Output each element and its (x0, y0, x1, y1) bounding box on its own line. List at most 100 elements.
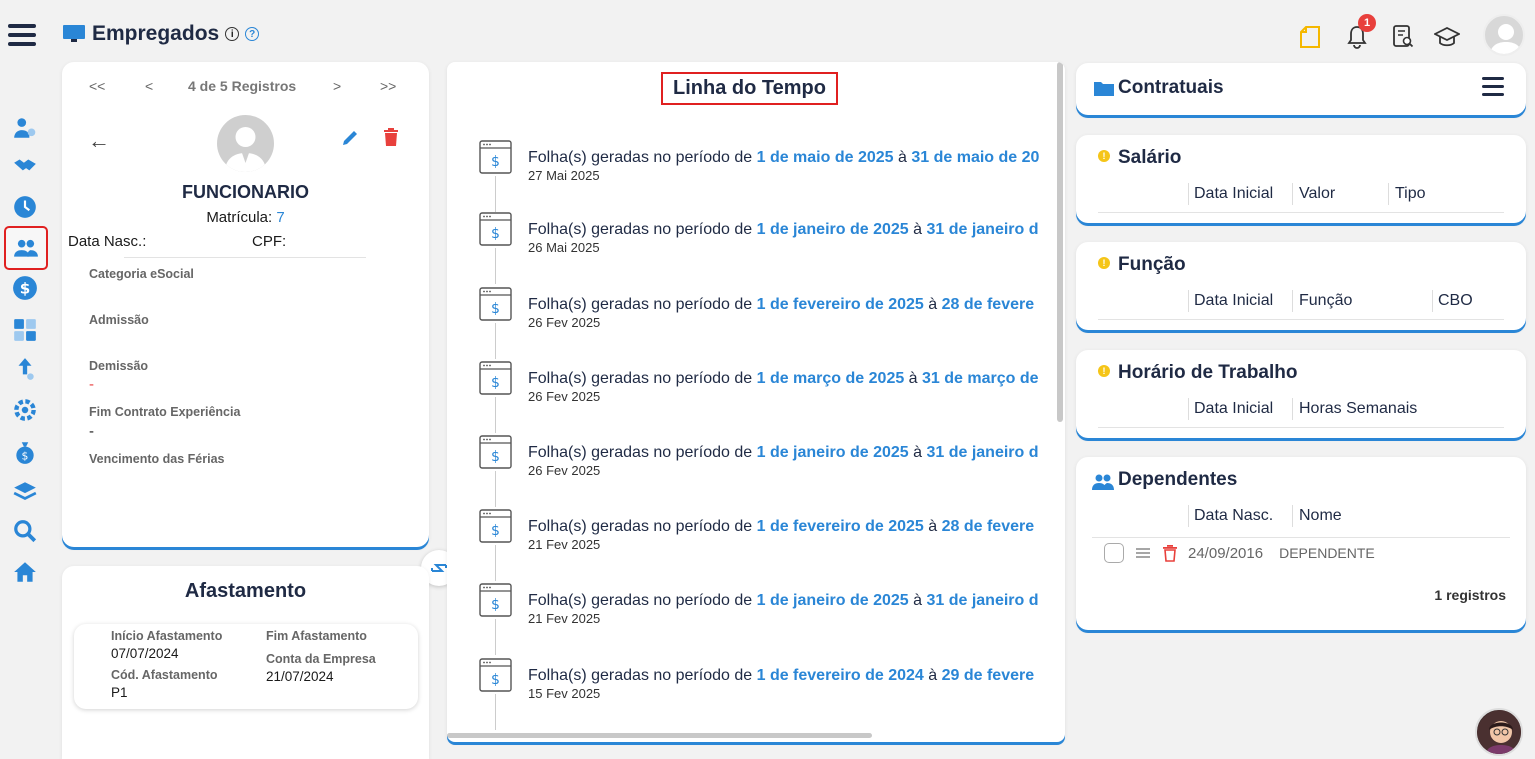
dependente-name: DEPENDENTE (1279, 545, 1375, 561)
back-arrow-icon[interactable]: ← (88, 128, 110, 154)
afastamento-card: Afastamento Início Afastamento 07/07/202… (62, 566, 429, 759)
timeline-date: 15 Fev 2025 (528, 686, 601, 701)
timeline-to[interactable]: 31 de janeiro d (926, 444, 1038, 461)
timeline-to[interactable]: 31 de março de (922, 370, 1039, 387)
col-separator (1388, 183, 1389, 205)
pager-prev-button[interactable]: < (145, 78, 153, 94)
timeline-item[interactable]: $ Folha(s) geradas no período de 1 de fev… (479, 658, 1065, 708)
timeline-panel: Linha do Tempo $ Folha(s) geradas no perí… (447, 62, 1065, 742)
timeline-prefix: Folha(s) geradas no período de (528, 370, 757, 387)
timeline-from[interactable]: 1 de janeiro de 2025 (757, 444, 909, 461)
timeline-mid: à (893, 149, 912, 166)
pager-count: 4 de 5 Registros (188, 78, 297, 94)
timeline-from[interactable]: 1 de fevereiro de 2024 (757, 667, 924, 684)
user-settings-icon[interactable] (10, 113, 40, 143)
menu-icon[interactable] (8, 24, 36, 51)
fim-contrato-label: Fim Contrato Experiência (89, 405, 241, 419)
drag-handle-icon[interactable] (1134, 546, 1152, 560)
fim-contrato-value: - (89, 423, 94, 440)
dependentes-title: Dependentes (1118, 469, 1238, 490)
home-icon[interactable] (10, 557, 40, 587)
svg-text:$: $ (491, 523, 500, 539)
document-search-icon[interactable] (1390, 24, 1416, 50)
timeline-connector (495, 694, 496, 730)
horario-card: ! Horário de Trabalho Data Inicial Horas… (1076, 350, 1526, 438)
payslip-icon: $ (479, 658, 512, 692)
timeline-item[interactable]: $ Folha(s) geradas no período de 1 de fev… (479, 509, 1065, 559)
timeline-to[interactable]: 29 de fevere (942, 667, 1035, 684)
notes-icon[interactable] (1297, 24, 1323, 50)
calculator-icon[interactable] (10, 315, 40, 345)
timeline-connector (495, 323, 496, 359)
timeline-to[interactable]: 31 de janeiro d (926, 221, 1038, 238)
row-checkbox[interactable] (1104, 543, 1124, 563)
timeline-to[interactable]: 31 de janeiro d (926, 592, 1038, 609)
info-icon[interactable]: i (225, 27, 240, 41)
handshake-icon[interactable] (10, 151, 40, 181)
timeline-to[interactable]: 28 de fevere (942, 296, 1035, 313)
timeline-prefix: Folha(s) geradas no período de (528, 667, 757, 684)
graduation-cap-icon[interactable] (1434, 24, 1460, 50)
payslip-icon: $ (479, 287, 512, 321)
col-separator (1188, 505, 1189, 527)
dollar-icon[interactable]: $ (10, 273, 40, 303)
svg-text:$: $ (491, 301, 500, 317)
help-icon[interactable]: ? (245, 27, 260, 41)
timeline-prefix: Folha(s) geradas no período de (528, 444, 757, 461)
timeline-item[interactable]: $ Folha(s) geradas no período de 1 de jan… (479, 212, 1065, 262)
delete-row-icon[interactable] (1162, 544, 1178, 562)
table-row[interactable]: 24/09/2016 DEPENDENTE (1104, 543, 1375, 563)
pager-next-button[interactable]: > (333, 78, 341, 94)
svg-text:$: $ (22, 450, 29, 463)
timeline-item[interactable]: $ Folha(s) geradas no período de 1 de mar… (479, 361, 1065, 411)
conta-empresa-value: 21/07/2024 (266, 669, 334, 684)
afastamento-record[interactable]: Início Afastamento 07/07/2024 Fim Afasta… (74, 624, 418, 709)
upload-icon[interactable] (10, 354, 40, 384)
timeline-to[interactable]: 31 de maio de 20 (911, 149, 1039, 166)
timeline-item-text: Folha(s) geradas no período de 1 de jane… (528, 221, 1039, 239)
timeline-from[interactable]: 1 de janeiro de 2025 (757, 592, 909, 609)
timeline-from[interactable]: 1 de maio de 2025 (757, 149, 894, 166)
timeline-item-text: Folha(s) geradas no período de 1 de feve… (528, 518, 1034, 536)
page-title: Empregados (92, 22, 220, 45)
people-icon (1092, 474, 1114, 490)
pager-first-button[interactable]: << (89, 78, 105, 94)
edit-pencil-icon[interactable] (340, 128, 360, 148)
clock-icon[interactable] (10, 192, 40, 222)
timeline-item-text: Folha(s) geradas no período de 1 de feve… (528, 296, 1034, 314)
layers-icon[interactable] (10, 477, 40, 507)
timeline-prefix: Folha(s) geradas no período de (528, 296, 757, 313)
dependentes-card: Dependentes Data Nasc. Nome 24/09/2016 D… (1076, 457, 1526, 630)
timeline-from[interactable]: 1 de fevereiro de 2025 (757, 518, 924, 535)
divider (1098, 319, 1504, 320)
svg-text:$: $ (491, 597, 500, 613)
page-header: Empregados i ? (62, 22, 260, 46)
user-avatar[interactable] (1483, 14, 1525, 56)
timeline-item[interactable]: $ Folha(s) geradas no período de 1 de jan… (479, 583, 1065, 633)
timeline-item[interactable]: $ Folha(s) geradas no período de 1 de mai… (479, 140, 1065, 190)
divider (1098, 212, 1504, 213)
employees-icon[interactable] (4, 226, 48, 270)
col-separator (1292, 398, 1293, 420)
record-count: 1 registros (1434, 587, 1506, 603)
timeline-item[interactable]: $ Folha(s) geradas no período de 1 de jan… (479, 435, 1065, 485)
col-header: Função (1299, 292, 1353, 309)
timeline-to[interactable]: 28 de fevere (942, 518, 1035, 535)
pager-last-button[interactable]: >> (380, 78, 396, 94)
assistant-avatar[interactable] (1475, 708, 1523, 756)
horizontal-scrollbar[interactable] (447, 733, 872, 738)
timeline-from[interactable]: 1 de janeiro de 2025 (757, 221, 909, 238)
contratuais-menu-icon[interactable] (1482, 77, 1504, 101)
timeline-prefix: Folha(s) geradas no período de (528, 592, 757, 609)
timeline-item[interactable]: $ Folha(s) geradas no período de 1 de fev… (479, 287, 1065, 337)
timeline-mid: à (908, 221, 927, 238)
gear-icon[interactable] (10, 395, 40, 425)
funcao-title: Função (1118, 254, 1186, 275)
left-nav-rail: $ $ (0, 0, 50, 759)
inicio-afastamento-value: 07/07/2024 (111, 646, 179, 661)
timeline-from[interactable]: 1 de março de 2025 (757, 370, 905, 387)
delete-trash-icon[interactable] (382, 127, 400, 147)
search-icon[interactable] (10, 516, 40, 546)
timeline-from[interactable]: 1 de fevereiro de 2025 (757, 296, 924, 313)
money-bag-icon[interactable]: $ (10, 437, 40, 467)
